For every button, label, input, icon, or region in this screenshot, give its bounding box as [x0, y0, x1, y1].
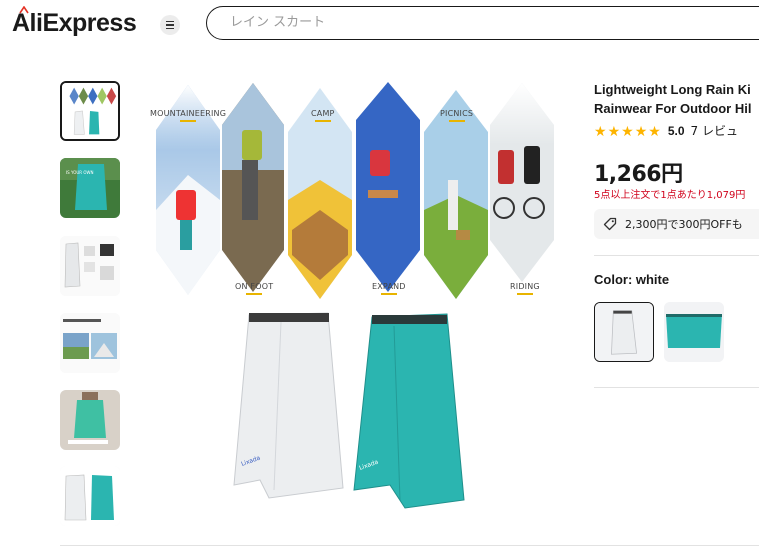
teal-skirt-swatch-image — [664, 302, 724, 362]
color-label: Color: white — [594, 272, 670, 287]
label-mountaineering: MOUNTAINEERING — [150, 109, 226, 122]
product-rating[interactable]: ★ ★ ★ ★ ★ 5.0 7 レビュ — [594, 122, 738, 139]
star-icon: ★ — [634, 122, 648, 139]
bulk-discount-note: 5点以上注文で1点あたり1,079円 — [594, 190, 746, 201]
divider — [594, 387, 759, 388]
coupon-banner[interactable]: 2,300円で300円OFFも — [594, 209, 759, 239]
divider — [60, 545, 759, 546]
logo-spark-icon — [19, 6, 29, 14]
review-count-link[interactable]: 7 レビュ — [691, 122, 738, 139]
thumbnail-2[interactable]: IS YOUR OWN — [60, 158, 120, 218]
thumbnail-collage-image — [62, 83, 118, 139]
star-icon: ★ — [648, 122, 661, 139]
color-swatch-teal[interactable] — [664, 302, 724, 362]
label-expand: EXPAND — [372, 282, 406, 295]
star-icon: ★ — [621, 122, 634, 139]
white-skirt-swatch-image — [595, 303, 653, 361]
label-camp: CAMP — [311, 109, 335, 122]
rating-score: 5.0 — [667, 123, 685, 138]
thumbnail-teal-skirt-worn-image — [60, 390, 120, 450]
thumbnail-teal-skirt-image: IS YOUR OWN — [60, 158, 120, 218]
color-swatch-white[interactable] — [594, 302, 654, 362]
coupon-text: 2,300円で300円OFFも — [625, 218, 743, 231]
svg-text:IS YOUR OWN: IS YOUR OWN — [66, 170, 93, 175]
star-icon: ★ — [607, 122, 621, 139]
product-title: Lightweight Long Rain Ki Rainwear For Ou… — [594, 80, 759, 118]
activity-collage-graphic: Lixada Lixada — [156, 82, 554, 509]
logo-text: AliExpress — [12, 9, 137, 37]
product-title-line-2: Rainwear For Outdoor Hil — [594, 101, 752, 116]
label-riding: RIDING — [510, 282, 540, 295]
product-price: 1,266円 — [594, 162, 683, 187]
thumbnail-info-image — [60, 313, 120, 373]
thumbnail-5[interactable] — [60, 390, 120, 450]
divider — [594, 255, 759, 256]
search-input[interactable]: レイン スカート — [206, 6, 759, 40]
product-title-line-1: Lightweight Long Rain Ki — [594, 82, 751, 97]
tag-icon — [603, 217, 617, 231]
main-product-image[interactable]: Lixada Lixada — [142, 80, 558, 520]
star-icon: ★ — [594, 122, 607, 139]
aliexpress-logo[interactable]: AliExpress — [12, 6, 137, 38]
thumbnail-1[interactable] — [60, 81, 120, 141]
label-picnics: PICNICS — [440, 109, 473, 122]
thumbnail-4[interactable] — [60, 313, 120, 373]
hamburger-icon[interactable] — [160, 15, 180, 35]
label-on-foot: ON FOOT — [235, 282, 273, 295]
thumbnail-6[interactable] — [60, 466, 120, 526]
thumbnail-two-skirts-image — [60, 466, 120, 526]
thumbnail-white-skirt-image — [60, 236, 120, 296]
thumbnail-3[interactable] — [60, 236, 120, 296]
